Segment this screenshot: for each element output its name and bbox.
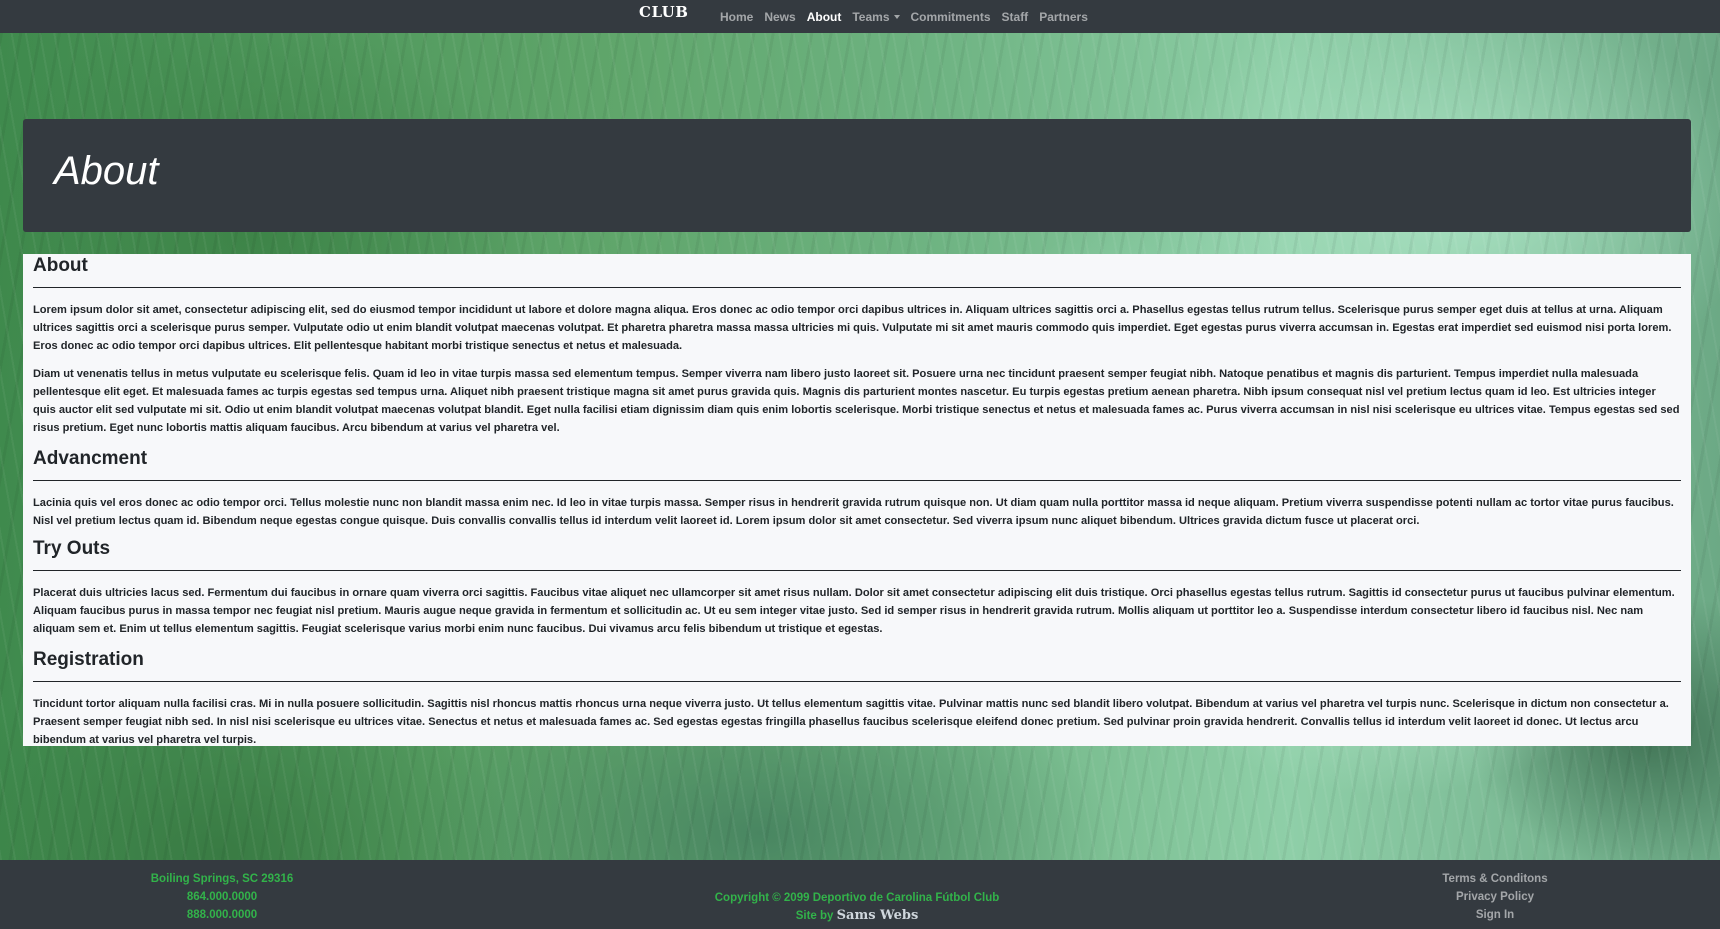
footer-link-terms[interactable]: Terms & Conditons <box>1395 870 1595 888</box>
section-paragraph: Lacinia quis vel eros donec ac odio temp… <box>33 497 1674 527</box>
page-title: About <box>54 149 159 193</box>
section-try-outs: Try Outs Placerat duis ultricies lacus s… <box>33 537 1681 638</box>
nav-news[interactable]: News <box>764 10 795 24</box>
section-paragraph: Diam ut venenatis tellus in metus vulput… <box>33 368 1680 434</box>
nav-teams-dropdown[interactable]: Teams <box>852 9 900 24</box>
footer-contact: Boiling Springs, SC 29316 864.000.0000 8… <box>122 870 322 924</box>
nav-commitments[interactable]: Commitments <box>911 10 991 24</box>
section-paragraph: Placerat duis ultricies lacus sed. Ferme… <box>33 587 1675 635</box>
site-by-label: Site by <box>795 910 834 922</box>
footer-copyright-block: Copyright © 2099 Deportivo de Carolina F… <box>657 889 1057 925</box>
caret-down-icon <box>893 14 900 19</box>
top-navbar: CLUB Home News About Teams Commitments S… <box>0 0 1720 33</box>
nav-partners[interactable]: Partners <box>1039 10 1088 24</box>
nav-links: Home News About Teams Commitments Staff … <box>720 0 1099 33</box>
footer-link-privacy[interactable]: Privacy Policy <box>1395 888 1595 906</box>
section-heading: Advancment <box>33 447 1681 481</box>
nav-staff[interactable]: Staff <box>1002 10 1029 24</box>
section-heading: Try Outs <box>33 537 1681 571</box>
content-panel: About Lorem ipsum dolor sit amet, consec… <box>23 254 1691 746</box>
footer-copyright: Copyright © 2099 Deportivo de Carolina F… <box>714 892 1000 904</box>
footer-address: Boiling Springs, SC 29316 <box>150 873 294 885</box>
site-by-link[interactable]: Sams Webs <box>837 908 919 923</box>
site-footer: Boiling Springs, SC 29316 864.000.0000 8… <box>0 860 1720 929</box>
section-registration: Registration Tincidunt tortor aliquam nu… <box>33 648 1681 749</box>
footer-links: Terms & Conditons Privacy Policy Sign In <box>1395 870 1595 924</box>
nav-teams-label: Teams <box>852 9 890 24</box>
brand-logo[interactable]: CLUB <box>639 3 688 21</box>
footer-site-by: Site by Sams Webs <box>657 907 1057 925</box>
section-about: About Lorem ipsum dolor sit amet, consec… <box>33 254 1681 437</box>
nav-about[interactable]: About <box>807 10 842 24</box>
footer-phone-1: 864.000.0000 <box>186 891 258 903</box>
section-heading: About <box>33 254 1681 288</box>
section-heading: Registration <box>33 648 1681 682</box>
section-paragraph: Tincidunt tortor aliquam nulla facilisi … <box>33 698 1669 746</box>
section-paragraph: Lorem ipsum dolor sit amet, consectetur … <box>33 304 1672 352</box>
nav-home[interactable]: Home <box>720 10 753 24</box>
footer-link-sign-in[interactable]: Sign In <box>1395 906 1595 924</box>
section-advancment: Advancment Lacinia quis vel eros donec a… <box>33 447 1681 530</box>
footer-phone-2: 888.000.0000 <box>186 909 258 921</box>
page-header: About <box>23 119 1691 232</box>
